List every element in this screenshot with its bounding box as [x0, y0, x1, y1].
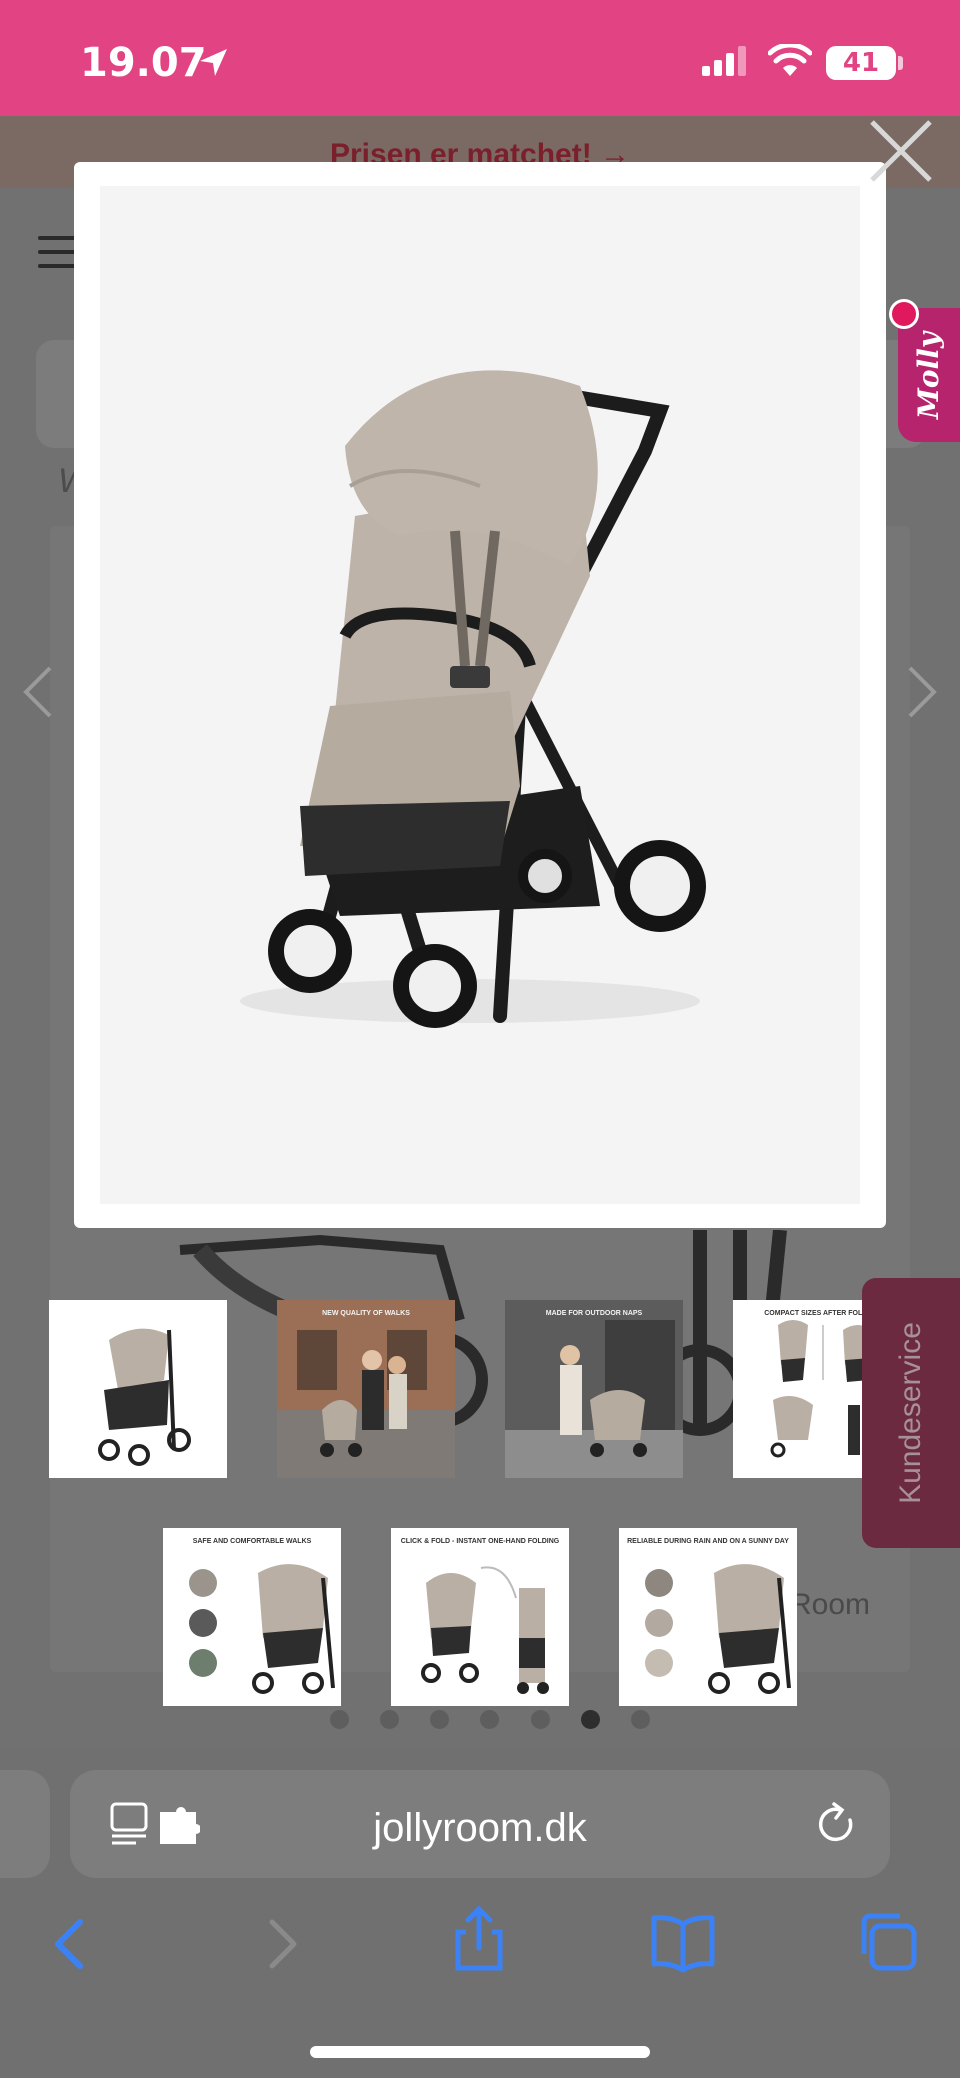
- kundeservice-tab[interactable]: Kundeservice: [862, 1278, 960, 1548]
- tabs-icon[interactable]: [852, 1906, 922, 1976]
- close-icon[interactable]: [866, 116, 936, 186]
- thumbnail-7[interactable]: RELIABLE DURING RAIN AND ON A SUNNY DAY: [619, 1528, 797, 1706]
- status-bar: 19.07 41: [0, 0, 960, 116]
- reader-mode-icon[interactable]: [110, 1802, 200, 1846]
- back-icon[interactable]: [38, 1908, 108, 1978]
- thumbnail-image: [421, 1566, 549, 1694]
- reload-icon[interactable]: [812, 1800, 860, 1848]
- image-lightbox: [74, 162, 886, 1228]
- stroller-illustration: [240, 370, 706, 1028]
- carousel-dot[interactable]: [530, 1710, 550, 1729]
- carousel-dots: [330, 1710, 650, 1730]
- background-partial-brand: Room: [790, 1588, 871, 1621]
- carousel-dot[interactable]: [430, 1710, 450, 1729]
- thumbnail-image: [277, 1300, 455, 1478]
- previous-tab-pill[interactable]: [0, 1770, 50, 1878]
- thumbnail-2[interactable]: NEW QUALITY OF WALKS: [277, 1300, 455, 1478]
- extension-icon: [160, 1807, 200, 1844]
- carousel-dot-active[interactable]: [580, 1710, 600, 1729]
- thumbnail-5[interactable]: SAFE AND COMFORTABLE WALKS: [163, 1528, 341, 1706]
- share-icon[interactable]: [444, 1904, 514, 1974]
- home-indicator[interactable]: [310, 2046, 650, 2058]
- thumbnail-6[interactable]: CLICK & FOLD - INSTANT ONE-HAND FOLDING: [391, 1528, 569, 1706]
- product-image: [100, 186, 860, 1204]
- carousel-dot[interactable]: [630, 1710, 650, 1729]
- battery-icon: 41: [826, 46, 896, 80]
- thumbnail-1[interactable]: [49, 1300, 227, 1478]
- notification-dot: [889, 299, 919, 329]
- kundeservice-label: Kundeservice: [894, 1322, 927, 1504]
- chevron-right-icon[interactable]: [902, 662, 942, 722]
- url-text[interactable]: jollyroom.dk: [270, 1806, 690, 1851]
- thumbnail-3[interactable]: MADE FOR OUTDOOR NAPS: [505, 1300, 683, 1478]
- location-arrow-icon: [200, 49, 227, 76]
- thumbnail-image: [645, 1564, 791, 1694]
- menu-icon: [38, 236, 78, 268]
- carousel-dot[interactable]: [480, 1710, 500, 1729]
- molly-label: Molly: [912, 331, 946, 419]
- wifi-icon: [768, 44, 812, 76]
- chevron-left-icon[interactable]: [18, 662, 58, 722]
- bookmarks-icon[interactable]: [648, 1908, 718, 1978]
- thumbnail-image: [189, 1564, 335, 1694]
- status-time: 19.07: [80, 40, 207, 86]
- carousel-dot[interactable]: [330, 1710, 349, 1729]
- signal-icon: [702, 46, 746, 76]
- battery-tip: [898, 56, 903, 70]
- forward-icon[interactable]: [244, 1908, 314, 1978]
- thumbnail-image: [505, 1300, 683, 1478]
- carousel-dot[interactable]: [380, 1710, 400, 1729]
- thumbnail-image: [98, 1328, 191, 1466]
